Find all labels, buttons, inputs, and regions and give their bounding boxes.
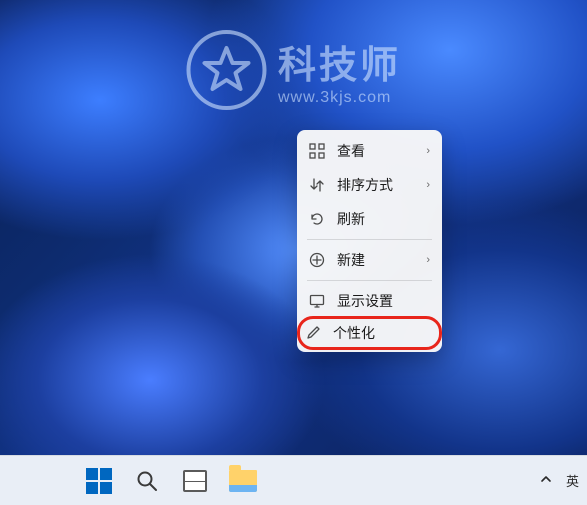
ime-indicator[interactable]: 英 (566, 471, 579, 490)
chevron-up-icon (540, 473, 552, 485)
chevron-right-icon: › (426, 254, 430, 266)
taskbar-center (78, 460, 264, 502)
menu-label: 查看 (337, 141, 426, 161)
desktop[interactable]: 科技师 www.3kjs.com 查看 › 排序方式 › 刷新 (0, 0, 587, 455)
chevron-right-icon: › (426, 179, 430, 191)
menu-item-sort[interactable]: 排序方式 › (301, 168, 438, 202)
file-explorer-button[interactable] (222, 460, 264, 502)
menu-label: 新建 (337, 250, 426, 270)
taskview-icon (183, 470, 207, 492)
menu-item-display-settings[interactable]: 显示设置 (301, 284, 438, 318)
new-icon (309, 252, 325, 268)
windows-logo-icon (86, 468, 112, 494)
personalize-icon (305, 325, 321, 341)
start-button[interactable] (78, 460, 120, 502)
menu-label: 个性化 (333, 323, 434, 343)
taskbar: 英 (0, 455, 587, 505)
taskview-button[interactable] (174, 460, 216, 502)
watermark: 科技师 www.3kjs.com (186, 30, 401, 110)
refresh-icon (309, 211, 325, 227)
view-icon (309, 143, 325, 159)
menu-divider (307, 239, 432, 240)
tray-overflow-button[interactable] (540, 473, 552, 488)
menu-item-refresh[interactable]: 刷新 (301, 202, 438, 236)
watermark-title: 科技师 (278, 34, 401, 89)
search-button[interactable] (126, 460, 168, 502)
menu-label: 排序方式 (337, 175, 426, 195)
menu-item-view[interactable]: 查看 › (301, 134, 438, 168)
search-icon (135, 469, 159, 493)
display-icon (309, 293, 325, 309)
menu-item-personalize[interactable]: 个性化 (297, 316, 442, 350)
desktop-context-menu: 查看 › 排序方式 › 刷新 新建 › (297, 130, 442, 352)
watermark-url: www.3kjs.com (278, 89, 401, 107)
menu-label: 显示设置 (337, 291, 430, 311)
watermark-logo-icon (186, 30, 266, 110)
menu-divider (307, 280, 432, 281)
folder-icon (229, 470, 257, 492)
sort-icon (309, 177, 325, 193)
menu-label: 刷新 (337, 209, 430, 229)
system-tray: 英 (540, 471, 587, 490)
menu-item-new[interactable]: 新建 › (301, 243, 438, 277)
chevron-right-icon: › (426, 145, 430, 157)
